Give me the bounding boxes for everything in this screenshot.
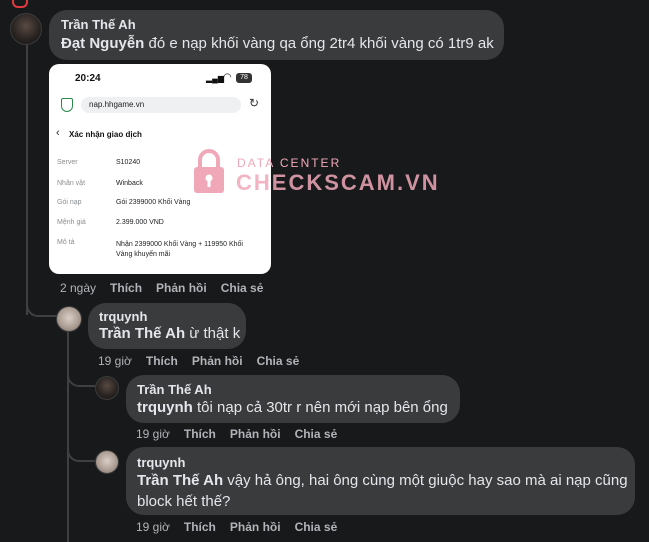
watermark: DATA CENTER CHECKSCAM.VN (192, 148, 438, 198)
timestamp[interactable]: 19 giờ (98, 354, 132, 368)
avatar[interactable] (95, 450, 119, 474)
avatar[interactable] (10, 13, 42, 45)
share-button[interactable]: Chia sẻ (295, 520, 338, 534)
battery-icon: 78 (236, 73, 252, 83)
timestamp[interactable]: 19 giờ (136, 520, 170, 534)
comment-author[interactable]: Trần Thế Ah (61, 17, 136, 32)
status-clock: 20:24 (75, 73, 101, 84)
reply-button[interactable]: Phản hồi (230, 427, 281, 441)
avatar[interactable] (56, 306, 82, 332)
timestamp[interactable]: 19 giờ (136, 427, 170, 441)
row-value: Nhận 2399000 Khối Vàng + 119950 Khối (116, 241, 243, 248)
lock-icon (194, 149, 224, 193)
thread-line (26, 290, 58, 317)
reply-button[interactable]: Phản hồi (156, 281, 207, 295)
mention-link[interactable]: trquynh (137, 399, 193, 416)
shield-icon (61, 98, 73, 112)
thread-line (67, 440, 95, 462)
row-value: Gói 2399000 Khối Vàng (116, 199, 191, 206)
like-button[interactable]: Thích (184, 427, 216, 441)
avatar[interactable] (95, 376, 119, 400)
comment-body: ừ thật k (185, 325, 241, 342)
url-text: nap.hhgame.vn (89, 100, 145, 109)
like-button[interactable]: Thích (110, 281, 142, 295)
comment-text: trquynh tôi nạp cả 30tr r nên mới nạp bê… (137, 397, 448, 418)
comment-text: Đạt Nguyễn đó e nạp khối vàng qa ổng 2tr… (61, 33, 494, 54)
page-title: Xác nhận giao dịch (69, 130, 142, 139)
timestamp[interactable]: 2 ngày (60, 281, 96, 295)
comment-author[interactable]: trquynh (99, 309, 147, 324)
row-label: Nhân vật (57, 180, 86, 187)
comment-actions: 19 giờ Thích Phản hồi Chia sẻ (98, 354, 313, 368)
comment-body: vậy hả ông, hai ông cùng một giuộc hay s… (223, 472, 628, 489)
wifi-icon: ◠ (223, 72, 232, 83)
share-button[interactable]: Chia sẻ (257, 354, 300, 368)
row-label: Mệnh giá (57, 219, 86, 226)
comment-author[interactable]: Trần Thế Ah (137, 382, 212, 397)
comment-actions: 19 giờ Thích Phản hồi Chia sẻ (136, 520, 351, 534)
back-chevron-icon: ‹ (56, 127, 60, 139)
thread-line (67, 365, 95, 387)
thread-line (67, 330, 69, 542)
signal-icon: ▂▄▆ (206, 74, 224, 83)
like-button[interactable]: Thích (184, 520, 216, 534)
comment-actions: 19 giờ Thích Phản hồi Chia sẻ (136, 427, 351, 441)
row-value: S10240 (116, 159, 141, 166)
refresh-icon: ↻ (249, 96, 260, 110)
row-value: Vàng khuyến mãi (116, 251, 171, 258)
share-button[interactable]: Chia sẻ (221, 281, 264, 295)
mention-link[interactable]: Trần Thế Ah (137, 472, 223, 489)
reply-button[interactable]: Phản hồi (230, 520, 281, 534)
avatar-frame-icon (12, 0, 28, 8)
row-label: Mô tả (57, 239, 75, 246)
comment-author[interactable]: trquynh (137, 455, 185, 470)
watermark-line1: DATA CENTER (237, 156, 342, 170)
comment-body: tôi nạp cả 30tr r nên mới nạp bên ổng (192, 399, 448, 416)
comment-text: Trần Thế Ah vậy hả ông, hai ông cùng một… (137, 470, 628, 512)
reply-button[interactable]: Phản hồi (192, 354, 243, 368)
row-label: Gói nạp (57, 199, 82, 206)
comment-body-line2: block hết thế? (137, 493, 231, 510)
mention-link[interactable]: Đạt Nguyễn (61, 35, 144, 52)
watermark-line2: CHECKSCAM.VN (236, 170, 440, 195)
comment-actions: 2 ngày Thích Phản hồi Chia sẻ (60, 281, 277, 295)
comment-text: Trần Thế Ah ừ thật k (99, 323, 240, 344)
comment-body: đó e nạp khối vàng qa ổng 2tr4 khối vàng… (144, 35, 494, 52)
row-label: Server (57, 159, 78, 166)
row-value: 2.399.000 VND (116, 219, 164, 226)
like-button[interactable]: Thích (146, 354, 178, 368)
row-value: Winback (116, 180, 143, 187)
share-button[interactable]: Chia sẻ (295, 427, 338, 441)
mention-link[interactable]: Trần Thế Ah (99, 325, 185, 342)
thread-line (26, 40, 28, 315)
